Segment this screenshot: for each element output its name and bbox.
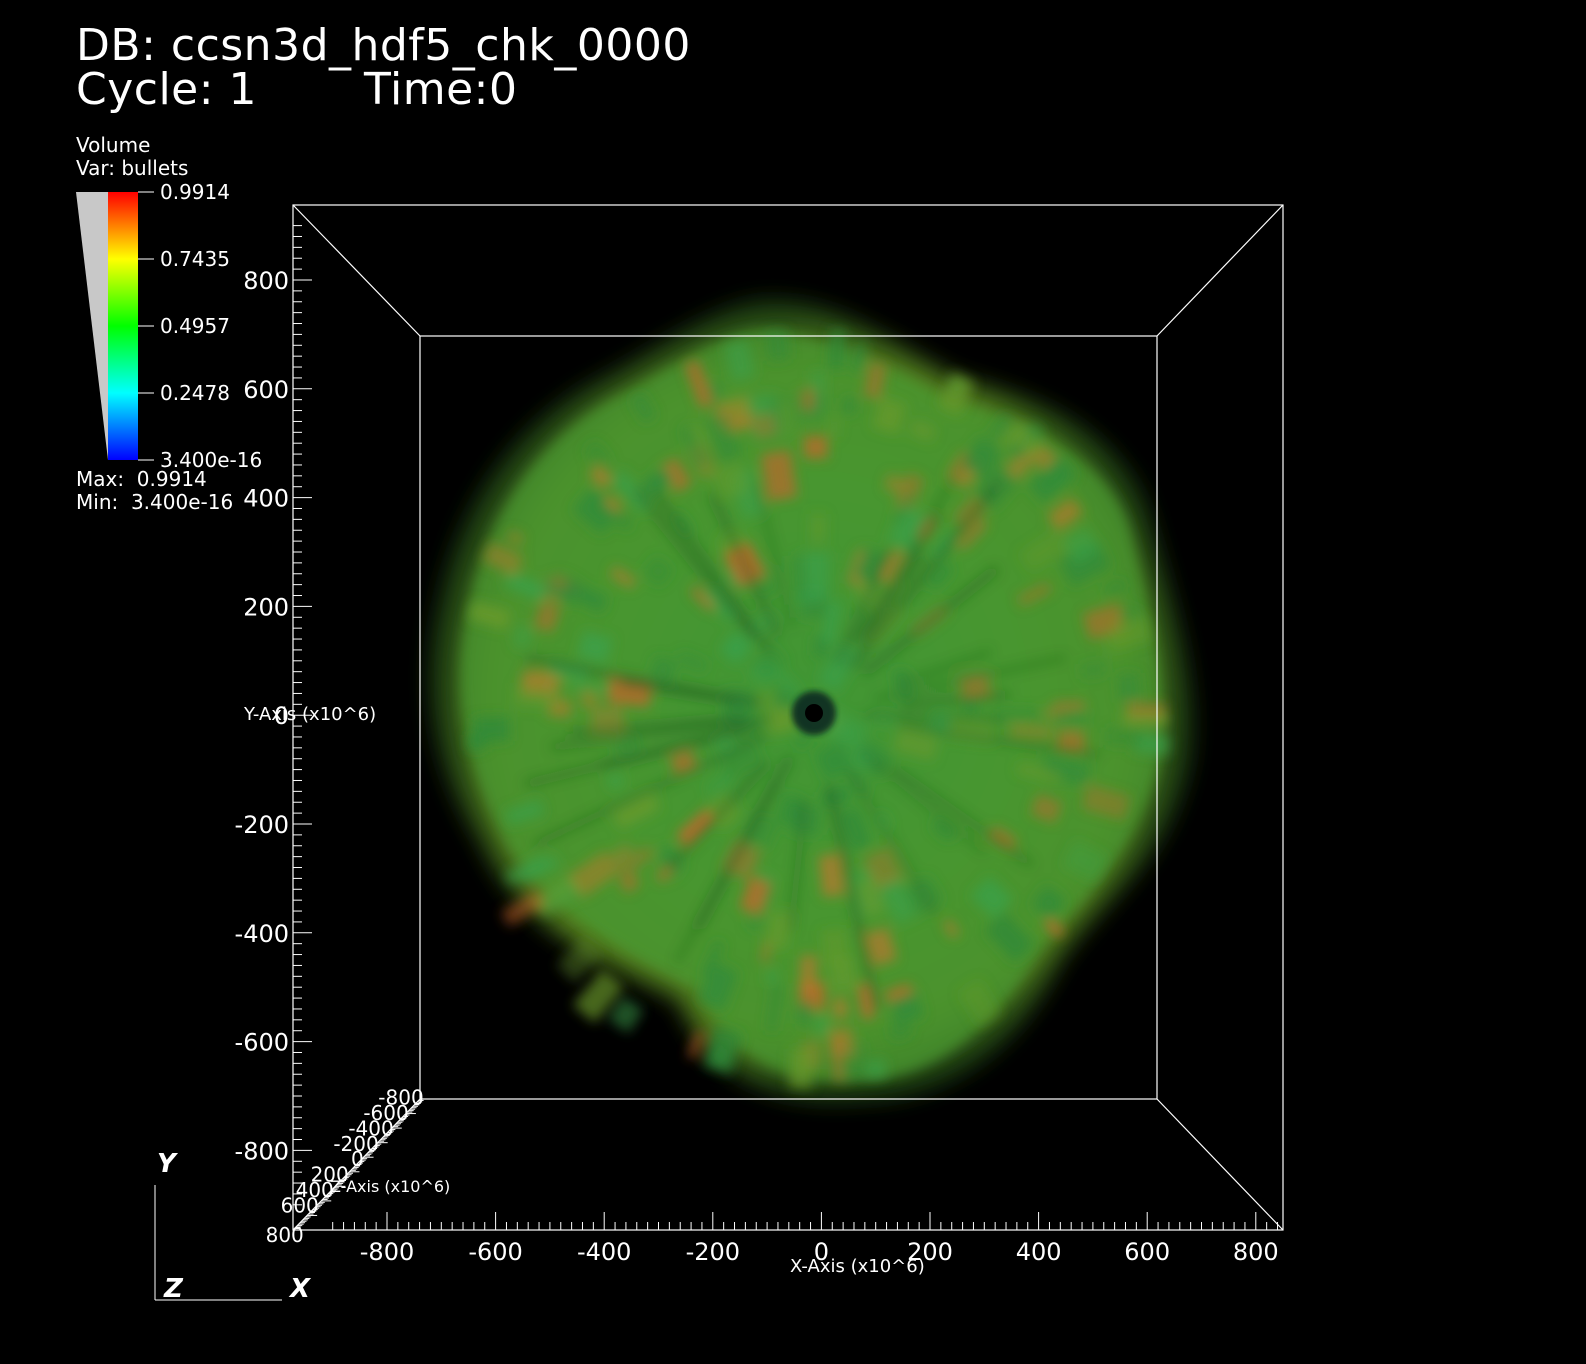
- volume-patch: [766, 329, 790, 361]
- y-tick-label: 800: [243, 267, 289, 295]
- x-tick-label: 600: [1124, 1238, 1170, 1266]
- db-title: DB: ccsn3d_hdf5_chk_0000: [76, 20, 691, 71]
- volume-patch: [1105, 727, 1145, 748]
- volume-patch: [828, 417, 840, 437]
- colorbar: [108, 192, 138, 460]
- time-label: Time:0: [364, 64, 518, 115]
- volume-patch: [1052, 707, 1087, 728]
- legend-tick-label: 0.7435: [160, 247, 230, 271]
- volume-patch: [801, 389, 815, 411]
- volume-patch: [843, 397, 856, 415]
- x-tick-label: -600: [468, 1238, 522, 1266]
- z-axis-title: Z-Axis (x10^6): [330, 1177, 450, 1196]
- x-tick-label: -400: [577, 1238, 631, 1266]
- volume-patch: [1122, 713, 1168, 727]
- legend-max: Max: 0.9914: [76, 467, 207, 491]
- volume-patch: [607, 996, 644, 1033]
- y-tick-label: -200: [235, 811, 289, 839]
- z-tick-label: 800: [266, 1223, 304, 1247]
- volume-patch: [803, 435, 828, 459]
- volume-patch: [963, 699, 979, 713]
- triad-z-label: Z: [163, 1274, 184, 1304]
- volume-patch: [865, 1058, 888, 1080]
- legend-tick-label: 0.4957: [160, 314, 230, 338]
- volume-patch: [815, 1015, 830, 1036]
- legend-tick-label: 0.9914: [160, 180, 230, 204]
- volume-patch: [827, 956, 858, 992]
- volume-patch: [687, 1030, 705, 1060]
- y-tick-label: 600: [243, 376, 289, 404]
- legend-min: Min: 3.400e-16: [76, 490, 234, 514]
- triad-y-label: Y: [157, 1149, 179, 1179]
- volume-patch: [829, 1027, 855, 1058]
- triad-x-label: X: [288, 1274, 312, 1304]
- y-tick-label: -400: [235, 920, 289, 948]
- volume-patch: [473, 716, 510, 743]
- render-viewport[interactable]: 8006004002000-200-400-600-800 -800 -600 -4…: [0, 0, 1586, 1364]
- z-axis-tick-labels: 8006004002000-200-400-600-800: [266, 1085, 424, 1247]
- volume-patch: [810, 513, 826, 544]
- volume-patch: [581, 691, 598, 709]
- y-tick-label: 200: [243, 593, 289, 621]
- volume-patch: [832, 997, 848, 1019]
- y-tick-label: -600: [235, 1029, 289, 1057]
- opacity-ramp: [76, 192, 108, 460]
- y-tick-label: -800: [235, 1137, 289, 1165]
- x-axis-title: X-Axis (x10^6): [790, 1256, 925, 1277]
- volume-patch: [799, 955, 818, 992]
- legend-var-label: Var: bullets: [76, 156, 189, 180]
- x-tick-label: -200: [686, 1238, 740, 1266]
- volume-render: [430, 300, 1192, 1102]
- volume-patch: [514, 682, 560, 710]
- legend-tick-label: 0.2478: [160, 381, 230, 405]
- x-axis-ticks: [332, 1212, 1279, 1230]
- x-tick-label: -800: [360, 1238, 414, 1266]
- x-tick-label: 400: [1016, 1238, 1062, 1266]
- y-tick-label: 400: [243, 485, 289, 513]
- volume-patch: [796, 1000, 814, 1025]
- z-tick-label: -800: [378, 1085, 423, 1109]
- x-tick-label: 800: [1233, 1238, 1279, 1266]
- legend-plot-type: Volume: [76, 133, 151, 157]
- volume-patch: [789, 1048, 814, 1089]
- volume-patch: [1116, 672, 1141, 703]
- center-core: [805, 704, 823, 722]
- legend-colorbar: [76, 191, 154, 461]
- volume-patch: [751, 413, 778, 440]
- y-axis-title: Y-Axis (x10^6): [243, 704, 376, 725]
- cycle-label: Cycle: 1: [76, 64, 258, 115]
